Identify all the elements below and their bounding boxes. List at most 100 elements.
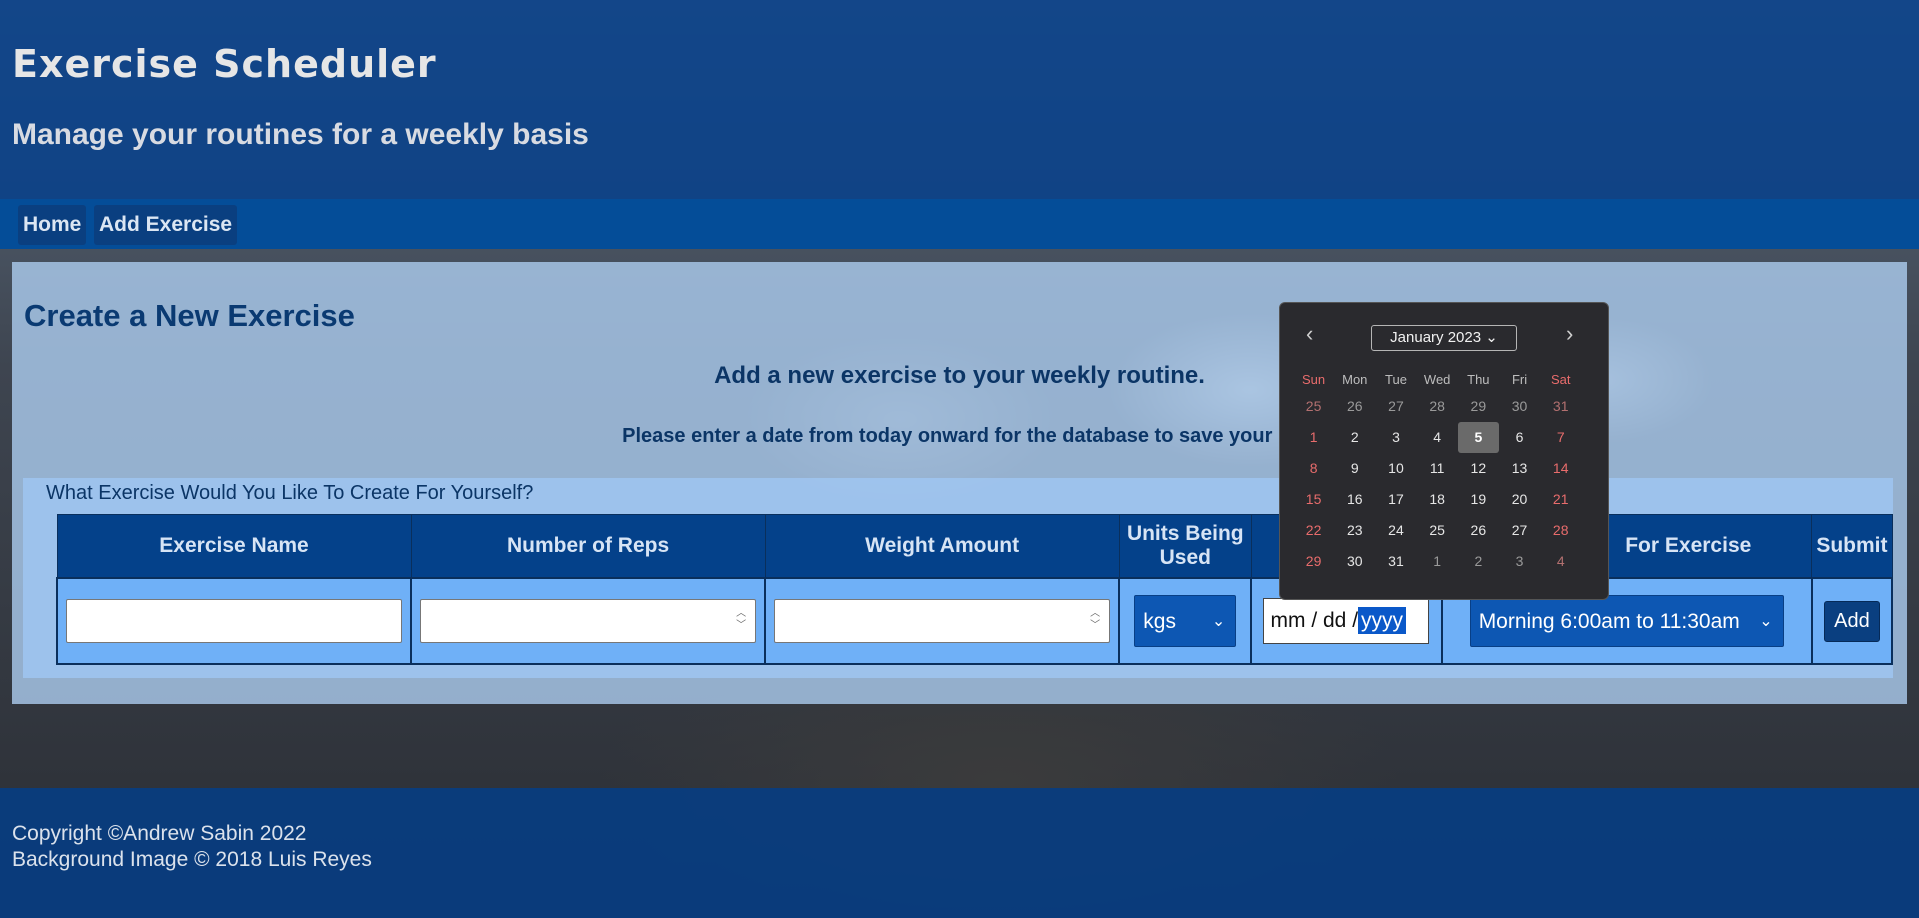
units-select[interactable]: kgs ⌄ [1134,595,1237,647]
calendar-day[interactable]: 21 [1540,484,1581,515]
calendar-day[interactable]: 25 [1293,391,1334,422]
calendar-day[interactable]: 20 [1499,484,1540,515]
calendar-day[interactable]: 2 [1334,422,1375,453]
calendar-day[interactable]: 11 [1417,453,1458,484]
calendar-day[interactable]: 7 [1540,422,1581,453]
calendar-week-row: 15 16 17 18 19 20 21 [1293,484,1581,515]
calendar-day[interactable]: 14 [1540,453,1581,484]
calendar-day[interactable]: 3 [1375,422,1416,453]
weekday-header: Thu [1467,372,1490,387]
calendar-day[interactable]: 31 [1375,546,1416,577]
date-input[interactable]: mm / dd / yyyy [1263,598,1430,644]
date-mm[interactable]: mm [1270,609,1305,632]
create-exercise-panel: Create a New Exercise Add a new exercise… [12,262,1907,704]
site-header: Exercise Scheduler Manage your routines … [0,0,1919,199]
col-weight: Weight Amount [764,514,1120,579]
calendar-day[interactable]: 24 [1375,515,1416,546]
calendar-day[interactable]: 26 [1334,391,1375,422]
table-header-row: Exercise Name Number of Reps Weight Amou… [56,514,1893,579]
calendar-day[interactable]: 22 [1293,515,1334,546]
calendar-day[interactable]: 29 [1293,546,1334,577]
date-dd[interactable]: dd [1323,609,1346,632]
calendar-day[interactable]: 1 [1417,546,1458,577]
weight-stepper-icon[interactable]: ︿ ﹀ [1087,608,1103,634]
calendar-day[interactable]: 2 [1458,546,1499,577]
col-submit: Submit [1811,514,1893,579]
calendar-day[interactable]: 17 [1375,484,1416,515]
calendar-day[interactable]: 29 [1458,391,1499,422]
calendar-day[interactable]: 27 [1375,391,1416,422]
time-selected-value: Morning 6:00am to 11:30am [1478,610,1740,633]
weekday-header: Sun [1302,372,1326,387]
calendar-day[interactable]: 5 [1457,422,1499,453]
calendar-day[interactable]: 4 [1417,422,1458,453]
calendar-day[interactable]: 23 [1334,515,1375,546]
fieldset-legend: What Exercise Would You Like To Create F… [46,482,534,504]
chevron-down-icon: ⌄ [1759,613,1773,630]
weekday-header: Fri [1511,372,1528,387]
month-year-label: January 2023 [1390,329,1482,346]
exercise-fieldset: What Exercise Would You Like To Create F… [23,478,1894,678]
page-title: Create a New Exercise [24,298,355,333]
calendar-week-row: 1234567 [1293,422,1581,453]
calendar-day[interactable]: 13 [1499,453,1540,484]
table-row: ︿ ﹀ ︿ ﹀ kgs ⌄ mm / dd / yyyy Morning 6:0… [55,577,1894,665]
date-picker-popup: ‹ January 2023 ⌄ › Sun Mon Tue Wed Thu Fri Sat… [1279,302,1609,600]
date-yyyy[interactable]: yyyy [1358,607,1407,634]
chevron-down-icon: ⌄ [1211,613,1226,630]
date-note: Please enter a date from today onward fo… [622,425,1297,447]
exercise-name-input[interactable] [66,599,403,643]
nav-bar: Home Add Exercise [0,199,1919,249]
calendar-day[interactable]: 30 [1499,391,1540,422]
copyright-text: Copyright ©Andrew Sabin 2022 [12,822,307,845]
calendar-day[interactable]: 25 [1417,515,1458,546]
weekday-header-row: Sun Mon Tue Wed Thu Fri Sat [1293,369,1581,391]
calendar-day[interactable]: 28 [1540,515,1581,546]
units-selected-value: kgs [1143,610,1176,633]
calendar-day[interactable]: 15 [1293,484,1334,515]
calendar-grid: Sun Mon Tue Wed Thu Fri Sat 25 26 27 28 29 30 31 1 2 3 4 5… [1293,369,1581,577]
reps-stepper-icon[interactable]: ︿ ﹀ [733,608,749,634]
weekday-header: Sat [1550,372,1571,387]
calendar-day[interactable]: 4 [1540,546,1581,577]
calendar-day[interactable]: 8 [1293,453,1334,484]
month-year-select[interactable]: January 2023 ⌄ [1371,325,1517,351]
calendar-day[interactable]: 28 [1417,391,1458,422]
weight-input[interactable]: ︿ ﹀ [774,599,1111,643]
calendar-day[interactable]: 3 [1499,546,1540,577]
calendar-week-row: 29 30 31 1 2 3 4 [1293,546,1581,577]
image-credit-text: Background Image © 2018 Luis Reyes [12,848,372,871]
reps-input[interactable]: ︿ ﹀ [420,599,757,643]
calendar-day[interactable]: 6 [1499,422,1540,453]
calendar-day[interactable]: 12 [1458,453,1499,484]
col-units: Units Being Used [1118,514,1252,579]
calendar-week-row: 22 23 24 25 26 27 28 [1293,515,1581,546]
calendar-day[interactable]: 27 [1499,515,1540,546]
calendar-week-row: 25 26 27 28 29 30 31 [1293,391,1581,422]
chevron-right-icon[interactable]: › [1566,321,1573,347]
calendar-day[interactable]: 16 [1334,484,1375,515]
add-button[interactable]: Add [1824,600,1880,642]
calendar-day[interactable]: 9 [1334,453,1375,484]
site-title: Exercise Scheduler [12,42,437,86]
weekday-header: Mon [1342,372,1368,387]
site-subtitle: Manage your routines for a weekly basis [12,118,589,151]
calendar-day[interactable]: 19 [1458,484,1499,515]
calendar-day[interactable]: 31 [1540,391,1581,422]
time-select[interactable]: Morning 6:00am to 11:30am ⌄ [1469,595,1784,647]
calendar-day[interactable]: 30 [1334,546,1375,577]
exercise-form-table: Exercise Name Number of Reps Weight Amou… [55,514,1894,665]
site-footer: Copyright ©Andrew Sabin 2022 Background … [0,788,1919,918]
calendar-day[interactable]: 1 [1293,422,1334,453]
calendar-day[interactable]: 18 [1417,484,1458,515]
col-reps: Number of Reps [410,514,766,579]
nav-home-link[interactable]: Home [18,205,87,245]
lead-text: Add a new exercise to your weekly routin… [714,362,1205,389]
calendar-day[interactable]: 10 [1375,453,1416,484]
nav-add-exercise-link[interactable]: Add Exercise [94,205,238,245]
weekday-header: Tue [1385,372,1407,387]
weekday-header: Wed [1423,372,1451,387]
calendar-week-row: 8 9 10 11 12 13 14 [1293,453,1581,484]
chevron-left-icon[interactable]: ‹ [1306,321,1313,347]
calendar-day[interactable]: 26 [1458,515,1499,546]
